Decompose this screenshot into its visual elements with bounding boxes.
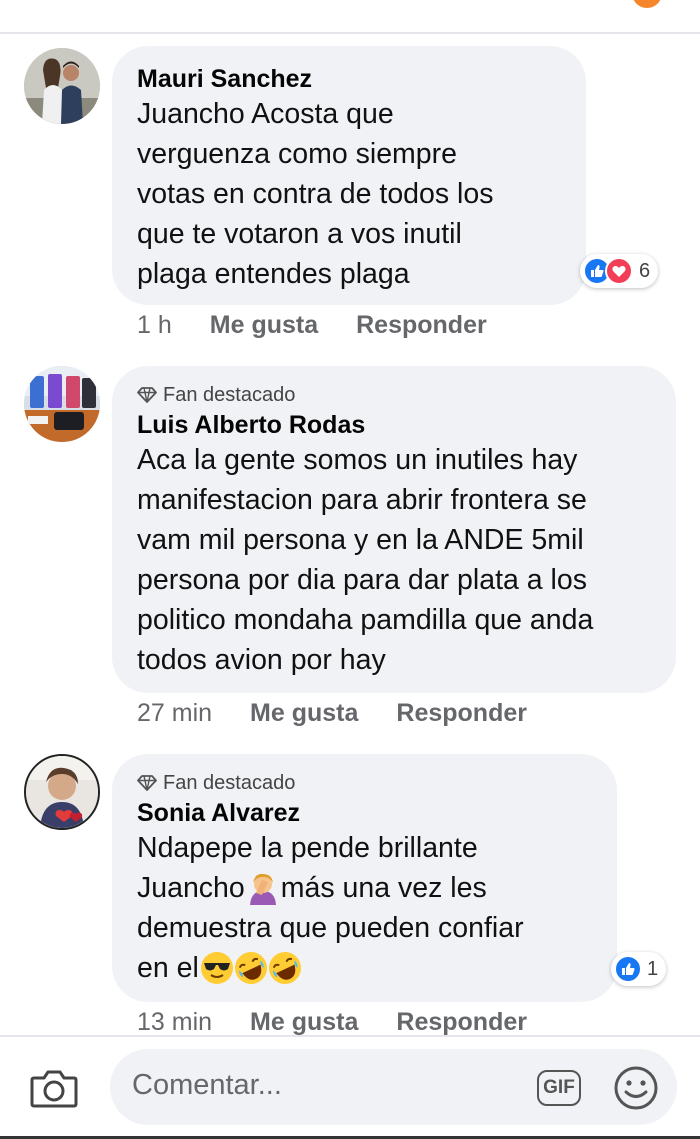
badge-label: Fan destacado xyxy=(163,383,296,406)
like-reaction-icon xyxy=(614,955,642,983)
reaction-count: 6 xyxy=(639,259,651,282)
comment-timestamp[interactable]: 27 min xyxy=(137,699,212,728)
gif-button[interactable]: GIF xyxy=(537,1070,581,1106)
text-line: Juancho más una vez les xyxy=(137,868,591,908)
comment-composer: Comentar... GIF xyxy=(0,1035,700,1139)
like-button[interactable]: Me gusta xyxy=(250,1008,358,1037)
comment-timestamp[interactable]: 13 min xyxy=(137,1008,212,1037)
comment-input-placeholder: Comentar... xyxy=(132,1069,282,1101)
notification-dot xyxy=(632,0,662,8)
text-fragment: Juancho xyxy=(137,872,245,904)
comment-actions: 13 min Me gusta Responder xyxy=(137,1008,527,1037)
comment-actions: 27 min Me gusta Responder xyxy=(137,699,527,728)
comment-actions: 1 h Me gusta Responder xyxy=(137,311,487,340)
text-line: Ndapepe la pende brillante xyxy=(137,832,478,864)
emoji-icon[interactable] xyxy=(613,1065,659,1111)
reaction-summary[interactable]: 1 xyxy=(611,952,667,986)
love-reaction-icon xyxy=(605,257,633,285)
top-fan-badge: Fan destacado xyxy=(137,384,650,406)
comment-bubble[interactable]: Fan destacado Sonia Alvarez Ndapepe la p… xyxy=(112,754,617,1002)
comment-timestamp[interactable]: 1 h xyxy=(137,311,172,340)
avatar[interactable] xyxy=(24,366,100,442)
facepalm-emoji xyxy=(249,873,276,905)
comment-author[interactable]: Sonia Alvarez xyxy=(137,798,591,828)
rofl-emoji xyxy=(234,952,267,984)
comment-text: Juancho Acosta que verguenza como siempr… xyxy=(137,98,494,290)
like-button[interactable]: Me gusta xyxy=(210,311,318,340)
comment-text: Aca la gente somos un inutiles hay manif… xyxy=(137,444,594,676)
like-button[interactable]: Me gusta xyxy=(250,699,358,728)
reply-button[interactable]: Responder xyxy=(396,1008,527,1037)
reaction-count: 1 xyxy=(647,957,659,980)
comment-text: Ndapepe la pende brillante Juancho más u… xyxy=(137,828,591,988)
text-line: demuestra que pueden confiar xyxy=(137,912,524,944)
avatar[interactable] xyxy=(24,754,100,830)
reply-button[interactable]: Responder xyxy=(356,311,487,340)
top-strip xyxy=(0,0,700,34)
sunglasses-emoji xyxy=(200,952,233,984)
text-line: en el xyxy=(137,948,591,988)
rofl-emoji xyxy=(268,952,301,984)
comment-author[interactable]: Luis Alberto Rodas xyxy=(137,410,650,440)
top-fan-badge: Fan destacado xyxy=(137,772,591,794)
reply-button[interactable]: Responder xyxy=(396,699,527,728)
camera-icon[interactable] xyxy=(30,1068,78,1108)
badge-label: Fan destacado xyxy=(163,771,296,794)
text-fragment: en el xyxy=(137,952,199,984)
diamond-icon xyxy=(137,775,157,791)
comment-author[interactable]: Mauri Sanchez xyxy=(137,64,560,94)
reaction-summary[interactable]: 6 xyxy=(580,254,659,288)
comment-bubble[interactable]: Fan destacado Luis Alberto Rodas Aca la … xyxy=(112,366,676,693)
text-fragment: más una vez les xyxy=(280,872,487,904)
diamond-icon xyxy=(137,387,157,403)
comment-input[interactable]: Comentar... GIF xyxy=(110,1049,677,1125)
comment-bubble[interactable]: Mauri Sanchez Juancho Acosta que verguen… xyxy=(112,46,586,305)
avatar[interactable] xyxy=(24,48,100,124)
